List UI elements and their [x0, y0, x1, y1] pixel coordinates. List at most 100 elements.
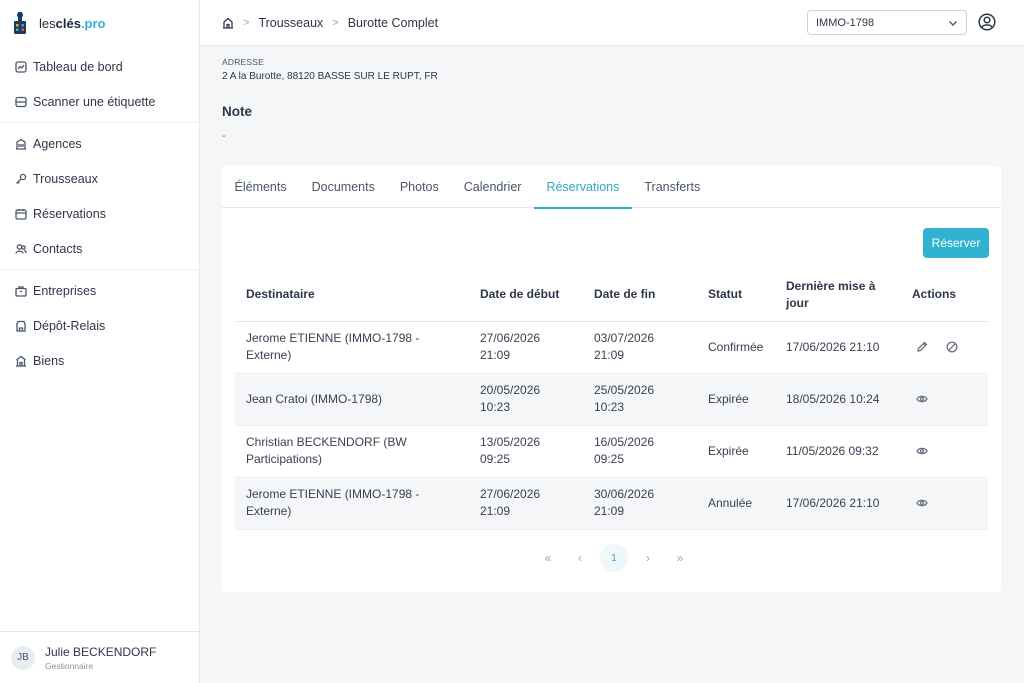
cell-end-date: 30/06/2026 21:09 — [583, 477, 697, 530]
column-header-recipient[interactable]: Destinataire — [235, 269, 469, 322]
column-header-last-update[interactable]: Dernière mise à jour — [775, 269, 901, 322]
cell-status: Expirée — [697, 373, 775, 426]
cell-status: Expirée — [697, 425, 775, 478]
breadcrumb-item-keyrings[interactable]: Trousseaux — [258, 16, 323, 30]
chevron-right-icon: > — [243, 16, 250, 29]
cell-last-update: 11/05/2026 09:32 — [775, 425, 901, 478]
edit-icon[interactable] — [916, 341, 928, 353]
cancel-icon[interactable] — [946, 341, 958, 353]
briefcase-icon — [15, 285, 27, 297]
sidebar: lesclés.pro Tableau de bord Scanner une … — [0, 0, 200, 683]
agency-select[interactable]: IMMO-1798 — [807, 10, 967, 35]
column-header-status[interactable]: Statut — [697, 269, 775, 322]
cell-recipient: Jerome ETIENNE (IMMO-1798 - Externe) — [235, 477, 469, 530]
key-icon — [16, 173, 27, 184]
user-profile[interactable]: JB Julie BECKENDORF Gestionnaire — [0, 631, 200, 683]
sidebar-item-label: Dépôt-Relais — [33, 318, 106, 333]
sidebar-item-label: Tableau de bord — [33, 59, 123, 74]
cell-start-date: 20/05/2026 10:23 — [469, 373, 583, 426]
tab-bar: Éléments Documents Photos Calendrier Rés… — [222, 166, 1001, 209]
sidebar-item-relay-points[interactable]: Dépôt-Relais — [0, 308, 199, 343]
nav-group-partners: Entreprises Dépôt-Relais Biens — [0, 270, 199, 381]
logo[interactable]: lesclés.pro — [0, 0, 199, 46]
user-name: Julie BECKENDORF — [45, 644, 157, 659]
address-label: ADRESSE — [222, 57, 265, 67]
cell-end-date: 16/05/2026 09:25 — [583, 425, 697, 478]
cell-actions — [901, 425, 988, 478]
pagination-first-button[interactable]: « — [536, 544, 560, 572]
cell-status: Confirmée — [697, 321, 775, 374]
logo-text: lesclés.pro — [39, 15, 106, 31]
sidebar-item-label: Réservations — [33, 206, 106, 221]
tab-documents[interactable]: Documents — [299, 166, 387, 208]
pagination-last-button[interactable]: » — [668, 544, 692, 572]
calendar-icon — [15, 208, 27, 220]
property-icon — [16, 355, 26, 367]
sidebar-item-label: Trousseaux — [33, 171, 98, 186]
reservations-table: Destinataire Date de début Date de fin S… — [235, 269, 988, 530]
cell-end-date: 25/05/2026 10:23 — [583, 373, 697, 426]
home-icon[interactable] — [222, 17, 234, 29]
breadcrumb: > Trousseaux > Burotte Complet — [222, 16, 438, 30]
cell-recipient: Jean Cratoi (IMMO-1798) — [235, 373, 469, 426]
agency-select-value: IMMO-1798 — [816, 16, 875, 29]
table-header-row: Destinataire Date de début Date de fin S… — [235, 269, 988, 322]
column-header-actions: Actions — [901, 269, 988, 322]
reserve-button[interactable]: Réserver — [923, 228, 989, 258]
sidebar-item-keyrings[interactable]: Trousseaux — [0, 161, 199, 196]
note-value: - — [222, 130, 226, 142]
cell-recipient: Christian BECKENDORF (BW Participations) — [235, 425, 469, 478]
keyring-detail-card: Éléments Documents Photos Calendrier Rés… — [222, 166, 1001, 592]
dashboard-icon — [15, 60, 27, 73]
top-header: > Trousseaux > Burotte Complet IMMO-1798 — [200, 0, 1024, 46]
cell-start-date: 27/06/2026 21:09 — [469, 477, 583, 530]
cell-last-update: 17/06/2026 21:10 — [775, 321, 901, 374]
user-role: Gestionnaire — [45, 660, 94, 671]
cell-start-date: 13/05/2026 09:25 — [469, 425, 583, 478]
cell-end-date: 03/07/2026 21:09 — [583, 321, 697, 374]
tab-reservations[interactable]: Réservations — [533, 166, 632, 209]
column-header-start-date[interactable]: Date de début — [469, 269, 583, 322]
account-icon[interactable] — [978, 13, 996, 31]
sidebar-item-reservations[interactable]: Réservations — [0, 196, 199, 231]
table-row: Jerome ETIENNE (IMMO-1798 - Externe) 27/… — [235, 477, 988, 530]
sidebar-item-scan[interactable]: Scanner une étiquette — [0, 84, 199, 119]
tab-calendar[interactable]: Calendrier — [451, 166, 534, 208]
logo-icon — [14, 12, 26, 34]
tab-photos[interactable]: Photos — [387, 166, 451, 208]
sidebar-item-label: Agences — [33, 136, 82, 151]
pagination-next-button[interactable]: › — [636, 544, 660, 572]
table-row: Christian BECKENDORF (BW Participations)… — [235, 425, 988, 478]
sidebar-item-label: Biens — [33, 353, 65, 368]
tab-elements[interactable]: Éléments — [222, 166, 299, 208]
cell-last-update: 17/06/2026 21:10 — [775, 477, 901, 530]
view-icon[interactable] — [916, 497, 928, 509]
cell-actions — [901, 321, 988, 374]
view-icon[interactable] — [916, 393, 928, 405]
column-header-end-date[interactable]: Date de fin — [583, 269, 697, 322]
nav-group-management: Agences Trousseaux Réservations Contacts — [0, 123, 199, 270]
sidebar-item-companies[interactable]: Entreprises — [0, 273, 199, 308]
cell-status: Annulée — [697, 477, 775, 530]
sidebar-item-label: Entreprises — [33, 283, 97, 298]
sidebar-item-label: Scanner une étiquette — [33, 94, 156, 109]
view-icon[interactable] — [916, 445, 928, 457]
scan-icon — [15, 96, 27, 107]
pagination-prev-button[interactable]: ‹ — [568, 544, 592, 572]
tab-transfers[interactable]: Transferts — [632, 166, 713, 208]
sidebar-item-label: Contacts — [33, 241, 83, 256]
sidebar-item-properties[interactable]: Biens — [0, 343, 199, 378]
sidebar-item-dashboard[interactable]: Tableau de bord — [0, 49, 199, 84]
cell-start-date: 27/06/2026 21:09 — [469, 321, 583, 374]
avatar: JB — [11, 645, 35, 670]
sidebar-item-agencies[interactable]: Agences — [0, 126, 199, 161]
breadcrumb-item-current: Burotte Complet — [347, 15, 439, 30]
table-row: Jean Cratoi (IMMO-1798) 20/05/2026 10:23… — [235, 373, 988, 426]
contacts-icon — [15, 243, 27, 254]
note-title: Note — [222, 104, 252, 119]
cell-last-update: 18/05/2026 10:24 — [775, 373, 901, 426]
nav-group-main: Tableau de bord Scanner une étiquette — [0, 46, 199, 123]
pagination-page-1[interactable]: 1 — [600, 544, 628, 572]
sidebar-item-contacts[interactable]: Contacts — [0, 231, 199, 266]
pagination: « ‹ 1 › » — [536, 544, 692, 572]
